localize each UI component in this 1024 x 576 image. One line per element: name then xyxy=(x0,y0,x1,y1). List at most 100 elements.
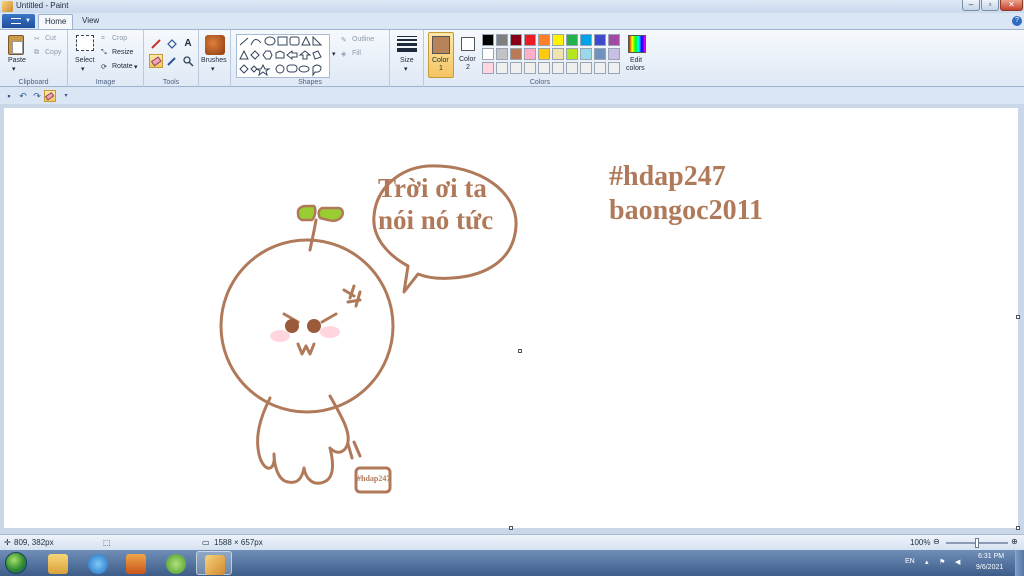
outline-button[interactable]: Outline xyxy=(352,36,374,43)
palette-color-swatch[interactable] xyxy=(552,62,564,74)
brush-icon[interactable] xyxy=(205,35,225,55)
fill-button[interactable]: Fill xyxy=(352,50,361,57)
tab-home[interactable]: Home xyxy=(38,14,74,29)
size-button[interactable]: Size xyxy=(400,57,414,64)
palette-color-swatch[interactable] xyxy=(496,48,508,60)
volume-icon[interactable]: ◀ xyxy=(955,558,960,566)
outline-icon: ✎ xyxy=(341,37,347,44)
palette-color-swatch[interactable] xyxy=(580,48,592,60)
pencil-icon[interactable] xyxy=(149,37,163,51)
palette-color-swatch[interactable] xyxy=(538,34,550,46)
palette-color-swatch[interactable] xyxy=(538,48,550,60)
palette-color-swatch[interactable] xyxy=(608,34,620,46)
tray-expand-icon[interactable]: ▴ xyxy=(925,558,929,566)
start-button[interactable] xyxy=(5,552,27,574)
copy-button[interactable]: Copy xyxy=(45,49,61,56)
palette-color-swatch[interactable] xyxy=(524,34,536,46)
paint-app-icon[interactable] xyxy=(2,1,13,12)
eraser-quick-icon[interactable] xyxy=(44,90,56,102)
palette-color-swatch[interactable] xyxy=(496,34,508,46)
zoom-in-button[interactable]: ⊕ xyxy=(1011,537,1018,546)
cursor-position-icon: ✛ xyxy=(4,538,11,547)
redo-icon[interactable]: ↷ xyxy=(31,90,43,102)
palette-color-swatch[interactable] xyxy=(482,34,494,46)
tab-view[interactable]: View xyxy=(76,14,105,29)
select-dropdown-icon[interactable]: ▾ xyxy=(81,65,85,73)
action-center-icon[interactable]: ⚑ xyxy=(939,558,945,566)
taskbar-ie[interactable] xyxy=(80,551,116,575)
resize-handle-right[interactable] xyxy=(1016,315,1020,319)
customize-toolbar-icon[interactable]: ▾ xyxy=(60,90,72,102)
folder-icon xyxy=(48,554,68,574)
rotate-dropdown-icon[interactable]: ▾ xyxy=(134,63,138,71)
palette-color-swatch[interactable] xyxy=(510,34,522,46)
palette-color-swatch[interactable] xyxy=(608,62,620,74)
taskbar-coccoc[interactable] xyxy=(158,551,194,575)
palette-color-swatch[interactable] xyxy=(510,48,522,60)
minimize-button[interactable]: – xyxy=(962,0,980,11)
palette-color-swatch[interactable] xyxy=(552,48,564,60)
selection-handle[interactable] xyxy=(518,349,522,353)
palette-color-swatch[interactable] xyxy=(594,62,606,74)
palette-color-swatch[interactable] xyxy=(538,62,550,74)
maximize-button[interactable]: ▫ xyxy=(981,0,999,11)
eraser-icon[interactable] xyxy=(149,54,163,68)
cut-button[interactable]: Cut xyxy=(45,35,56,42)
palette-color-swatch[interactable] xyxy=(608,48,620,60)
brushes-dropdown-icon[interactable]: ▾ xyxy=(211,65,215,73)
palette-color-swatch[interactable] xyxy=(580,62,592,74)
edit-colors-button[interactable]: Edit xyxy=(630,57,642,64)
zoom-out-button[interactable]: ⊖ xyxy=(933,537,940,546)
magnifier-icon[interactable] xyxy=(181,54,195,68)
size-dropdown-icon[interactable]: ▾ xyxy=(404,65,408,73)
color1-button[interactable]: Color 1 xyxy=(428,32,454,78)
undo-icon[interactable]: ↶ xyxy=(17,90,29,102)
taskbar-explorer[interactable] xyxy=(40,551,76,575)
paste-icon[interactable] xyxy=(8,35,24,55)
palette-color-swatch[interactable] xyxy=(510,62,522,74)
palette-color-swatch[interactable] xyxy=(580,34,592,46)
clock-date[interactable]: 9/6/2021 xyxy=(976,564,1003,571)
crop-button[interactable]: Crop xyxy=(112,35,127,42)
close-button[interactable]: ✕ xyxy=(1000,0,1023,11)
palette-color-swatch[interactable] xyxy=(482,48,494,60)
palette-color-swatch[interactable] xyxy=(594,48,606,60)
palette-color-swatch[interactable] xyxy=(552,34,564,46)
palette-color-swatch[interactable] xyxy=(482,62,494,74)
select-button[interactable]: Select xyxy=(75,57,94,64)
resize-button[interactable]: Resize xyxy=(112,49,133,56)
brushes-button[interactable]: Brushes xyxy=(201,57,227,64)
text-tool-icon[interactable]: A xyxy=(181,37,195,51)
language-indicator[interactable]: EN xyxy=(905,558,915,565)
paint-menu-button[interactable]: ▼ xyxy=(2,14,35,28)
shapes-scroll-icon[interactable]: ▾ xyxy=(332,50,336,58)
clipboard-group: Paste ▾ ✂ Cut ⧉ Copy Clipboard xyxy=(0,30,68,87)
palette-color-swatch[interactable] xyxy=(594,34,606,46)
paste-button[interactable]: Paste xyxy=(8,57,26,64)
rotate-button[interactable]: Rotate xyxy=(112,63,133,70)
palette-color-swatch[interactable] xyxy=(524,62,536,74)
shapes-gallery[interactable] xyxy=(236,34,330,78)
clock-time[interactable]: 6:31 PM xyxy=(978,553,1004,560)
palette-color-swatch[interactable] xyxy=(566,62,578,74)
zoom-slider-thumb[interactable] xyxy=(975,538,979,548)
show-desktop-button[interactable] xyxy=(1015,550,1024,576)
help-icon[interactable]: ? xyxy=(1012,16,1022,26)
fill-bucket-icon[interactable] xyxy=(165,37,179,51)
resize-handle-bottom[interactable] xyxy=(509,526,513,530)
resize-handle-corner[interactable] xyxy=(1016,526,1020,530)
taskbar-media-player[interactable] xyxy=(118,551,154,575)
palette-color-swatch[interactable] xyxy=(524,48,536,60)
drawing-canvas[interactable]: Trời ơi ta nói nó tức #hdap247 baongoc20… xyxy=(4,108,1018,528)
palette-color-swatch[interactable] xyxy=(566,48,578,60)
palette-color-swatch[interactable] xyxy=(496,62,508,74)
color1-swatch xyxy=(432,36,450,54)
select-icon[interactable] xyxy=(76,35,94,51)
taskbar-paint[interactable] xyxy=(196,551,232,575)
edit-colors-icon[interactable] xyxy=(628,35,646,53)
save-icon[interactable]: ▪ xyxy=(3,90,15,102)
palette-color-swatch[interactable] xyxy=(566,34,578,46)
paste-dropdown-icon[interactable]: ▾ xyxy=(12,65,16,73)
size-lines-icon[interactable] xyxy=(397,36,417,52)
color-picker-icon[interactable] xyxy=(165,54,179,68)
